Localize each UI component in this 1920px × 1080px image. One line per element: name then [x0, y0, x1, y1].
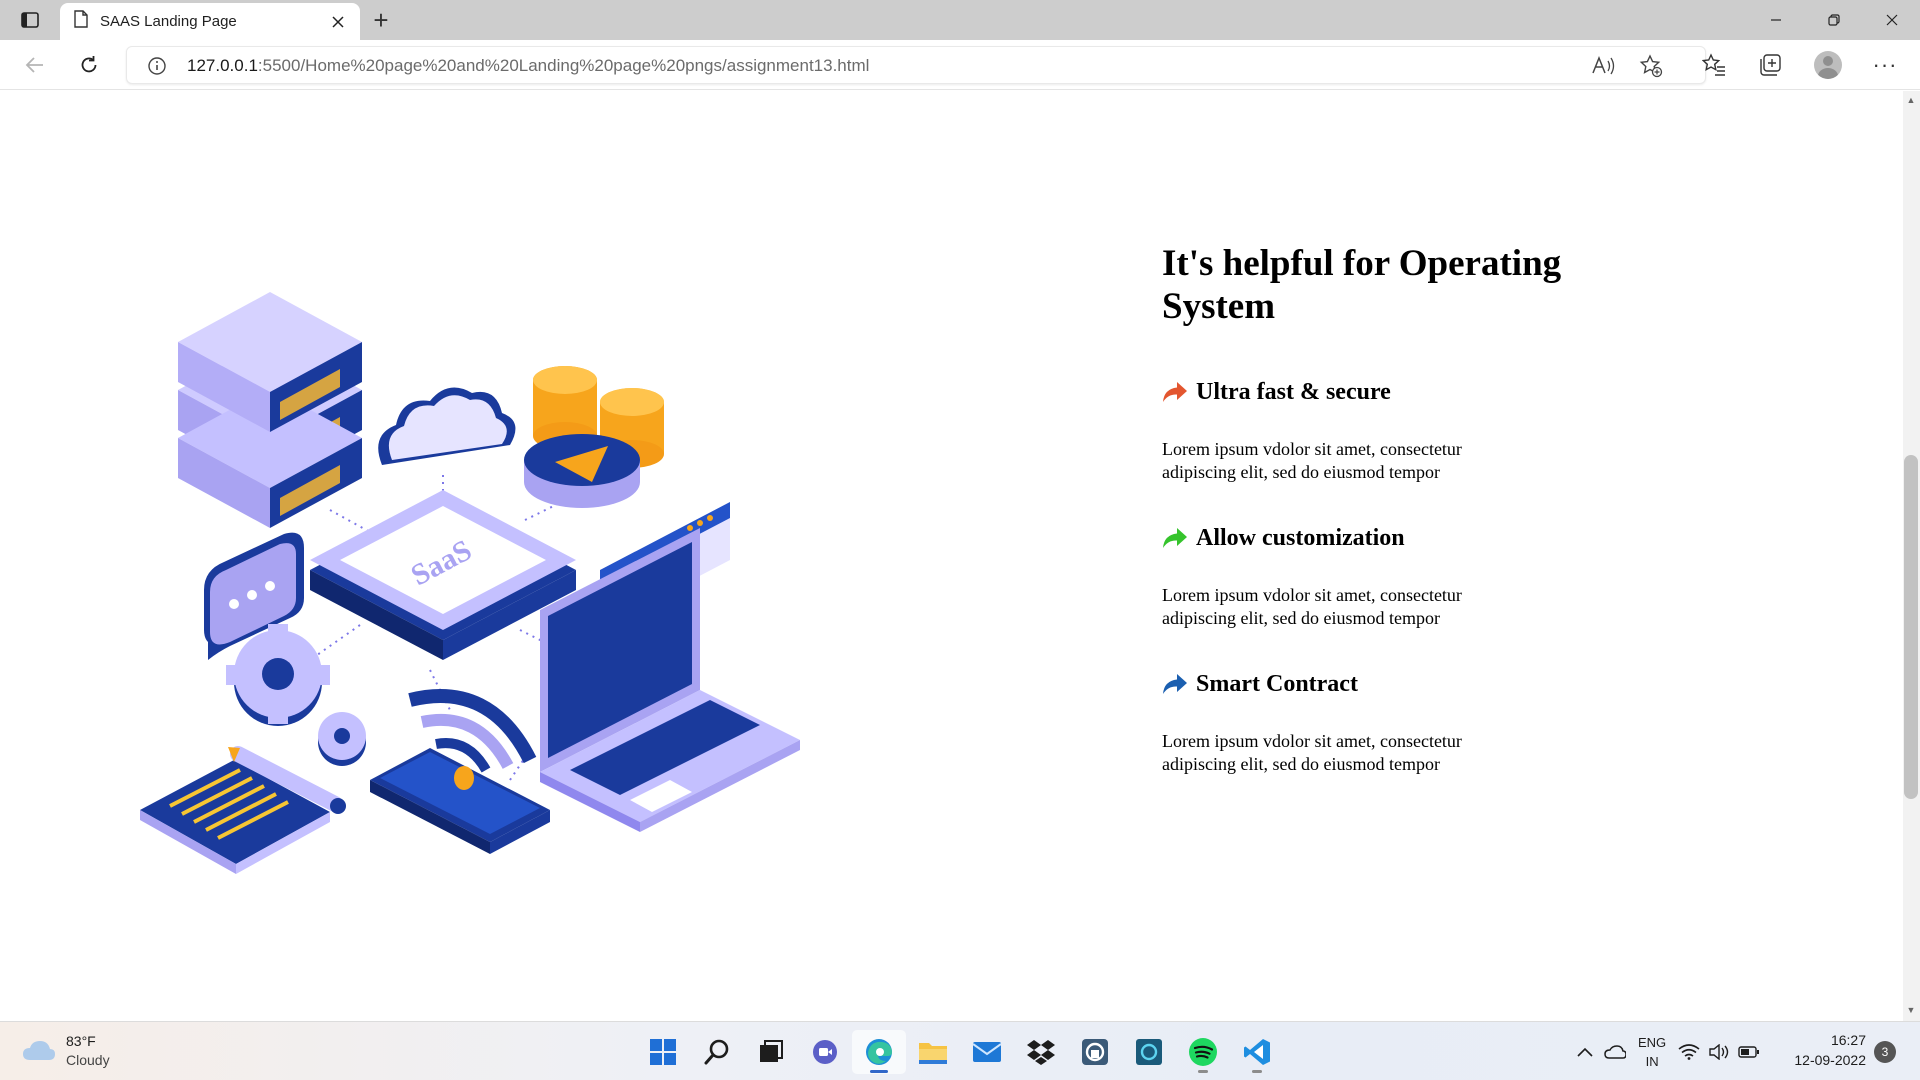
weather-temperature: 83°F — [66, 1033, 96, 1049]
feature-item: Ultra fast & secure Lorem ipsum vdolor s… — [1162, 378, 1682, 484]
browser-toolbar: 127.0.0.1:5500/Home%20page%20and%20Landi… — [0, 40, 1920, 90]
read-aloud-icon[interactable] — [1591, 55, 1615, 77]
taskbar: 83°F Cloudy ENG IN 16:27 12-09-2022 3 — [0, 1021, 1920, 1080]
page-icon — [74, 10, 88, 33]
start-icon[interactable] — [636, 1030, 690, 1074]
feature-item: Allow customization Lorem ipsum vdolor s… — [1162, 524, 1682, 630]
feature-title: Ultra fast & secure — [1162, 378, 1682, 406]
favorites-icon[interactable] — [1701, 53, 1726, 77]
battery-icon[interactable] — [1734, 1030, 1764, 1074]
document-icon — [140, 760, 330, 874]
file-explorer-icon[interactable] — [906, 1030, 960, 1074]
wifi-icon[interactable] — [1674, 1030, 1704, 1074]
laptop-icon — [540, 528, 800, 832]
share-arrow-icon — [1163, 382, 1187, 402]
url-text[interactable]: 127.0.0.1:5500/Home%20page%20and%20Landi… — [187, 56, 869, 76]
close-tab-icon[interactable] — [326, 10, 350, 34]
play-button-icon — [524, 434, 640, 508]
site-info-icon[interactable] — [147, 56, 167, 76]
volume-icon[interactable] — [1704, 1030, 1734, 1074]
restore-icon[interactable] — [1806, 0, 1862, 40]
share-arrow-icon — [1163, 528, 1187, 548]
saas-platform: SaaS — [310, 490, 576, 660]
feature-description: Lorem ipsum vdolor sit amet, consectetur… — [1162, 585, 1462, 628]
collections-icon[interactable] — [1758, 53, 1782, 77]
feature-description: Lorem ipsum vdolor sit amet, consectetur… — [1162, 731, 1462, 774]
tab-title: SAAS Landing Page — [100, 13, 237, 30]
address-bar[interactable]: 127.0.0.1:5500/Home%20page%20and%20Landi… — [126, 46, 1706, 84]
share-arrow-icon — [1163, 674, 1187, 694]
scrollbar-thumb[interactable] — [1904, 455, 1918, 799]
section-heading: It's helpful for Operating System — [1162, 243, 1562, 327]
task-view-icon[interactable] — [744, 1030, 798, 1074]
feature-item: Smart Contract Lorem ipsum vdolor sit am… — [1162, 670, 1682, 776]
cloud-icon — [378, 387, 516, 465]
saas-illustration: SaaS — [140, 292, 800, 874]
cloud-icon — [23, 1041, 55, 1060]
profile-avatar[interactable] — [1814, 51, 1842, 79]
clock-date: 12-09-2022 — [1794, 1052, 1866, 1068]
back-icon[interactable] — [18, 48, 52, 82]
system-clock[interactable]: 16:27 12-09-2022 — [1780, 1030, 1866, 1070]
reload-icon[interactable] — [72, 48, 106, 82]
spotify-icon[interactable] — [1176, 1030, 1230, 1074]
mail-icon[interactable] — [960, 1030, 1014, 1074]
feature-description: Lorem ipsum vdolor sit amet, consectetur… — [1162, 439, 1462, 482]
add-favorite-icon[interactable] — [1639, 54, 1663, 78]
minimize-icon[interactable] — [1748, 0, 1804, 40]
search-icon[interactable] — [690, 1030, 744, 1074]
language-indicator[interactable]: ENG IN — [1638, 1033, 1666, 1071]
clock-time: 16:27 — [1830, 1032, 1866, 1048]
tab-actions-icon[interactable] — [14, 8, 46, 32]
vscode-icon[interactable] — [1230, 1030, 1284, 1074]
dropbox-icon[interactable] — [1014, 1030, 1068, 1074]
feature-title: Allow customization — [1162, 524, 1682, 552]
close-window-icon[interactable] — [1864, 0, 1920, 40]
chevron-up-icon[interactable] — [1570, 1030, 1600, 1074]
weather-widget[interactable]: 83°F Cloudy — [22, 1032, 110, 1070]
new-tab-button[interactable]: + — [366, 5, 396, 35]
server-stack-icon — [178, 292, 362, 528]
scroll-down-icon[interactable]: ▼ — [1905, 1004, 1917, 1016]
feature-title: Smart Contract — [1162, 670, 1682, 698]
smartphone-icon — [370, 748, 550, 854]
tab-strip: SAAS Landing Page + — [0, 0, 1920, 40]
teams-chat-icon[interactable] — [798, 1030, 852, 1074]
settings-menu-icon[interactable]: ··· — [1870, 52, 1900, 78]
small-gear-icon — [318, 712, 366, 766]
weather-condition: Cloudy — [66, 1052, 110, 1068]
scroll-up-icon[interactable]: ▲ — [1905, 94, 1917, 106]
notification-badge[interactable]: 3 — [1874, 1041, 1896, 1063]
browser-tab[interactable]: SAAS Landing Page — [60, 3, 360, 40]
edge-icon[interactable] — [852, 1030, 906, 1074]
onedrive-icon[interactable] — [1600, 1030, 1630, 1074]
alexa-icon[interactable] — [1122, 1030, 1176, 1074]
features-section: It's helpful for Operating System Ultra … — [1162, 242, 1682, 776]
app-icon[interactable] — [1068, 1030, 1122, 1074]
